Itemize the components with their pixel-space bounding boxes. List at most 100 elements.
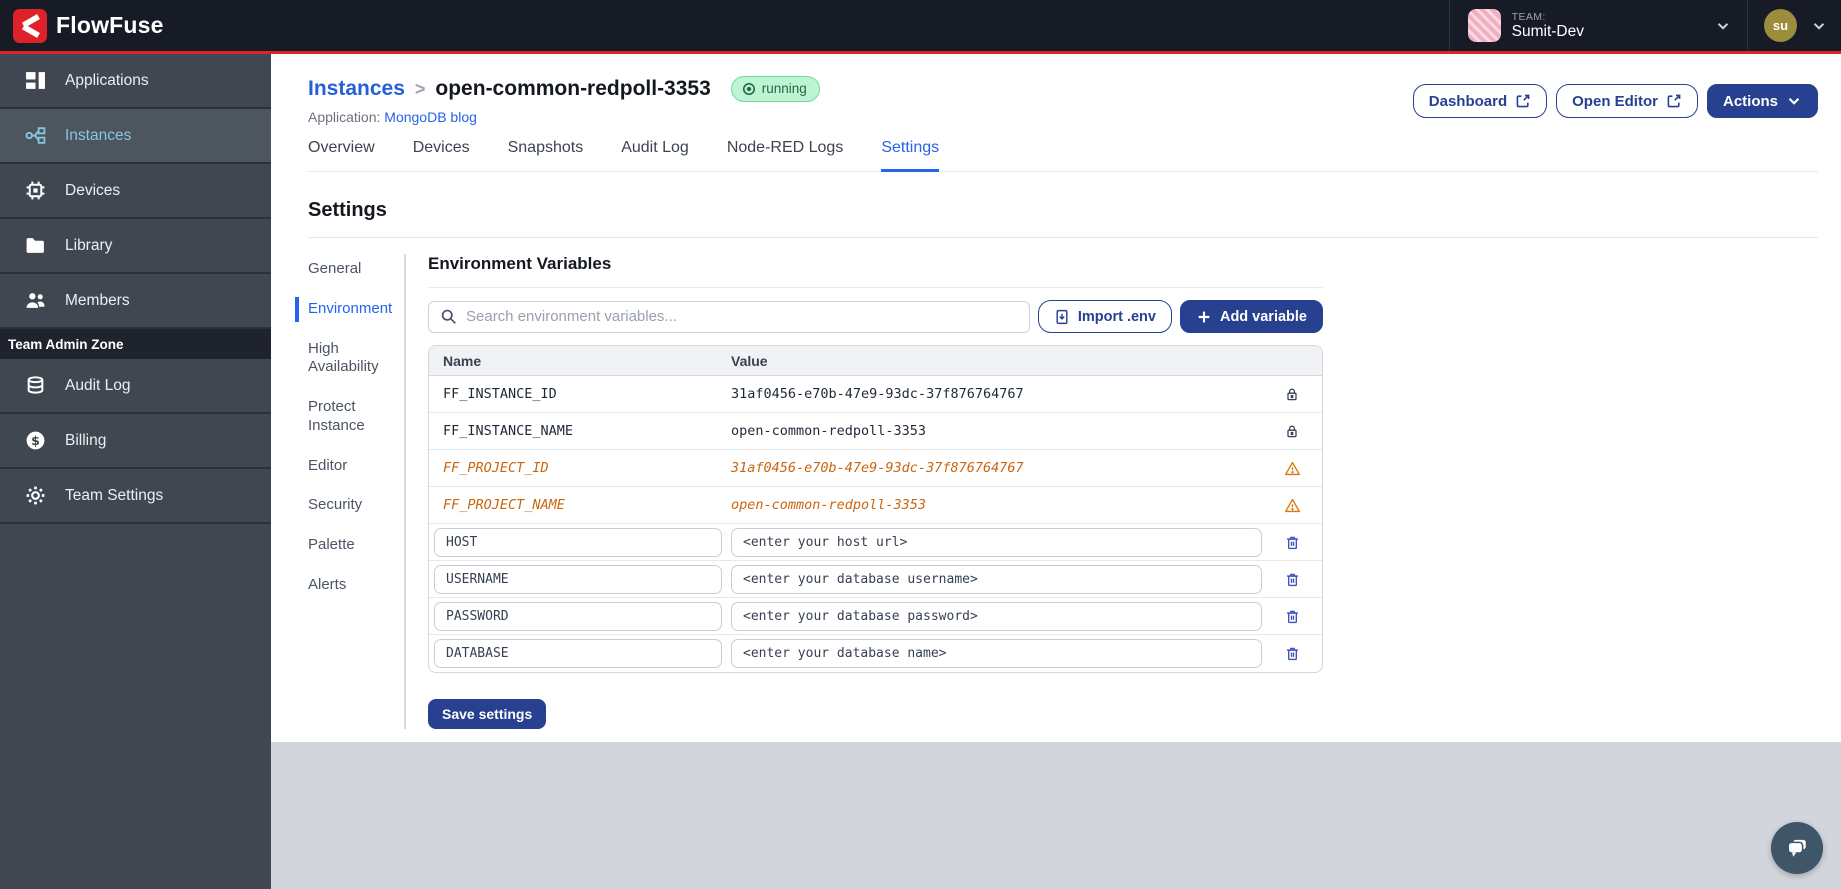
env-var-name: FF_INSTANCE_ID <box>443 386 557 402</box>
tab-devices[interactable]: Devices <box>413 139 470 172</box>
applications-icon <box>26 72 45 89</box>
open-editor-button-label: Open Editor <box>1572 92 1658 110</box>
tab-settings[interactable]: Settings <box>881 139 940 172</box>
import-env-button[interactable]: Import .env <box>1037 300 1172 333</box>
env-var-value-input[interactable] <box>731 564 1262 594</box>
import-env-label: Import .env <box>1077 308 1156 325</box>
dashboard-button-label: Dashboard <box>1428 92 1508 110</box>
env-var-name-input[interactable] <box>434 601 722 631</box>
subnav-palette[interactable]: Palette <box>308 536 394 555</box>
subnav-high-availability[interactable]: High Availability <box>308 340 394 378</box>
tab-node-red-logs[interactable]: Node-RED Logs <box>727 139 844 172</box>
running-status-icon <box>742 82 755 95</box>
devices-icon <box>26 181 45 200</box>
sidebar-item-instances[interactable]: Instances <box>0 109 271 164</box>
row-state <box>1262 386 1322 402</box>
brand-name: FlowFuse <box>56 12 164 38</box>
sidebar-item-team-settings[interactable]: Team Settings <box>0 469 271 524</box>
sidebar-item-devices[interactable]: Devices <box>0 164 271 219</box>
row-state <box>1262 497 1322 514</box>
actions-button[interactable]: Actions <box>1706 84 1818 118</box>
add-variable-button[interactable]: Add variable <box>1179 300 1323 333</box>
subnav-alerts[interactable]: Alerts <box>308 576 394 595</box>
tab-audit-log[interactable]: Audit Log <box>621 139 689 172</box>
open-editor-button[interactable]: Open Editor <box>1556 84 1698 118</box>
team-selector[interactable]: TEAM: Sumit-Dev <box>1448 0 1747 51</box>
breadcrumb-separator: > <box>414 78 426 99</box>
search-box <box>428 300 1030 333</box>
sidebar-item-label: Instances <box>65 126 132 144</box>
subnav-security[interactable]: Security <box>308 496 394 515</box>
chevron-down-icon <box>1717 22 1729 30</box>
subnav-general[interactable]: General <box>308 260 394 279</box>
brand[interactable]: FlowFuse <box>13 8 164 43</box>
env-var-name-input[interactable] <box>434 564 722 594</box>
dashboard-button[interactable]: Dashboard <box>1412 84 1548 118</box>
tab-overview[interactable]: Overview <box>308 139 375 172</box>
row-state <box>1262 423 1322 439</box>
search-icon <box>441 309 456 324</box>
members-icon <box>26 293 45 308</box>
warning-icon <box>1284 498 1300 512</box>
sidebar-item-library[interactable]: Library <box>0 219 271 274</box>
settings-title: Settings <box>308 199 387 221</box>
table-row-deprecated: FF_PROJECT_ID 31af0456-e70b-47e9-93dc-37… <box>429 450 1322 487</box>
table-row: FF_INSTANCE_ID 31af0456-e70b-47e9-93dc-3… <box>429 376 1322 413</box>
subnav-editor[interactable]: Editor <box>308 457 394 476</box>
external-link-icon <box>1516 94 1530 108</box>
row-actions <box>1262 571 1322 588</box>
sidebar-item-audit-log[interactable]: Audit Log <box>0 359 271 414</box>
table-header: Name Value <box>429 346 1322 376</box>
application-label: Application: <box>308 109 381 125</box>
team-label: TEAM: <box>1511 10 1546 23</box>
svg-text:$: $ <box>31 433 40 448</box>
sidebar-item-billing[interactable]: $ Billing <box>0 414 271 469</box>
env-var-name-input[interactable] <box>434 527 722 557</box>
trash-icon[interactable] <box>1284 534 1301 551</box>
table-row-deprecated: FF_PROJECT_NAME open-common-redpoll-3353 <box>429 487 1322 524</box>
status-badge-label: running <box>761 81 807 96</box>
external-link-icon <box>1667 94 1681 108</box>
breadcrumb-instances-link[interactable]: Instances <box>308 77 405 101</box>
table-row: FF_INSTANCE_NAME open-common-redpoll-335… <box>429 413 1322 450</box>
env-var-name: FF_PROJECT_NAME <box>443 497 565 513</box>
chat-widget-button[interactable] <box>1771 822 1823 874</box>
env-var-value-input[interactable] <box>731 527 1262 557</box>
sidebar-item-label: Library <box>65 236 113 254</box>
warning-icon <box>1284 461 1300 475</box>
trash-icon[interactable] <box>1284 571 1301 588</box>
sidebar-item-label: Billing <box>65 431 107 449</box>
column-header-name: Name <box>443 352 482 369</box>
env-var-name-input[interactable] <box>434 639 722 668</box>
sidebar-item-members[interactable]: Members <box>0 274 271 329</box>
topbar: FlowFuse TEAM: Sumit-Dev su <box>0 0 1841 54</box>
env-var-value: 31af0456-e70b-47e9-93dc-37f876764767 <box>731 386 1024 402</box>
breadcrumb: Instances > open-common-redpoll-3353 run… <box>308 76 820 102</box>
save-settings-button[interactable]: Save settings <box>428 699 547 729</box>
user-menu[interactable]: su <box>1747 0 1841 51</box>
subnav-protect-instance[interactable]: Protect Instance <box>308 398 394 436</box>
settings-divider <box>308 237 1818 238</box>
team-admin-zone-label: Team Admin Zone <box>0 329 271 359</box>
search-input[interactable] <box>466 308 1018 325</box>
audit-log-icon <box>27 376 44 394</box>
env-var-value-input[interactable] <box>731 639 1262 668</box>
application-link[interactable]: MongoDB blog <box>384 109 477 125</box>
lock-icon <box>1287 425 1297 438</box>
trash-icon[interactable] <box>1284 645 1301 662</box>
trash-icon[interactable] <box>1284 608 1301 625</box>
page-header-left: Instances > open-common-redpoll-3353 run… <box>308 76 820 125</box>
tab-snapshots[interactable]: Snapshots <box>508 139 584 172</box>
instances-icon <box>25 127 46 144</box>
env-variables-table: Name Value FF_INSTANCE_ID 31af0456-e70b-… <box>428 345 1323 673</box>
table-row-editable <box>429 635 1322 672</box>
lock-icon <box>1287 388 1297 401</box>
subnav-environment[interactable]: Environment <box>295 296 394 322</box>
chevron-down-icon <box>1788 98 1800 105</box>
sidebar-item-applications[interactable]: Applications <box>0 54 271 109</box>
page-header: Instances > open-common-redpoll-3353 run… <box>308 54 1818 125</box>
topbar-right: TEAM: Sumit-Dev su <box>1448 0 1841 51</box>
env-var-value-input[interactable] <box>731 601 1262 631</box>
environment-variables-title: Environment Variables <box>428 254 1323 288</box>
team-avatar <box>1467 9 1501 42</box>
